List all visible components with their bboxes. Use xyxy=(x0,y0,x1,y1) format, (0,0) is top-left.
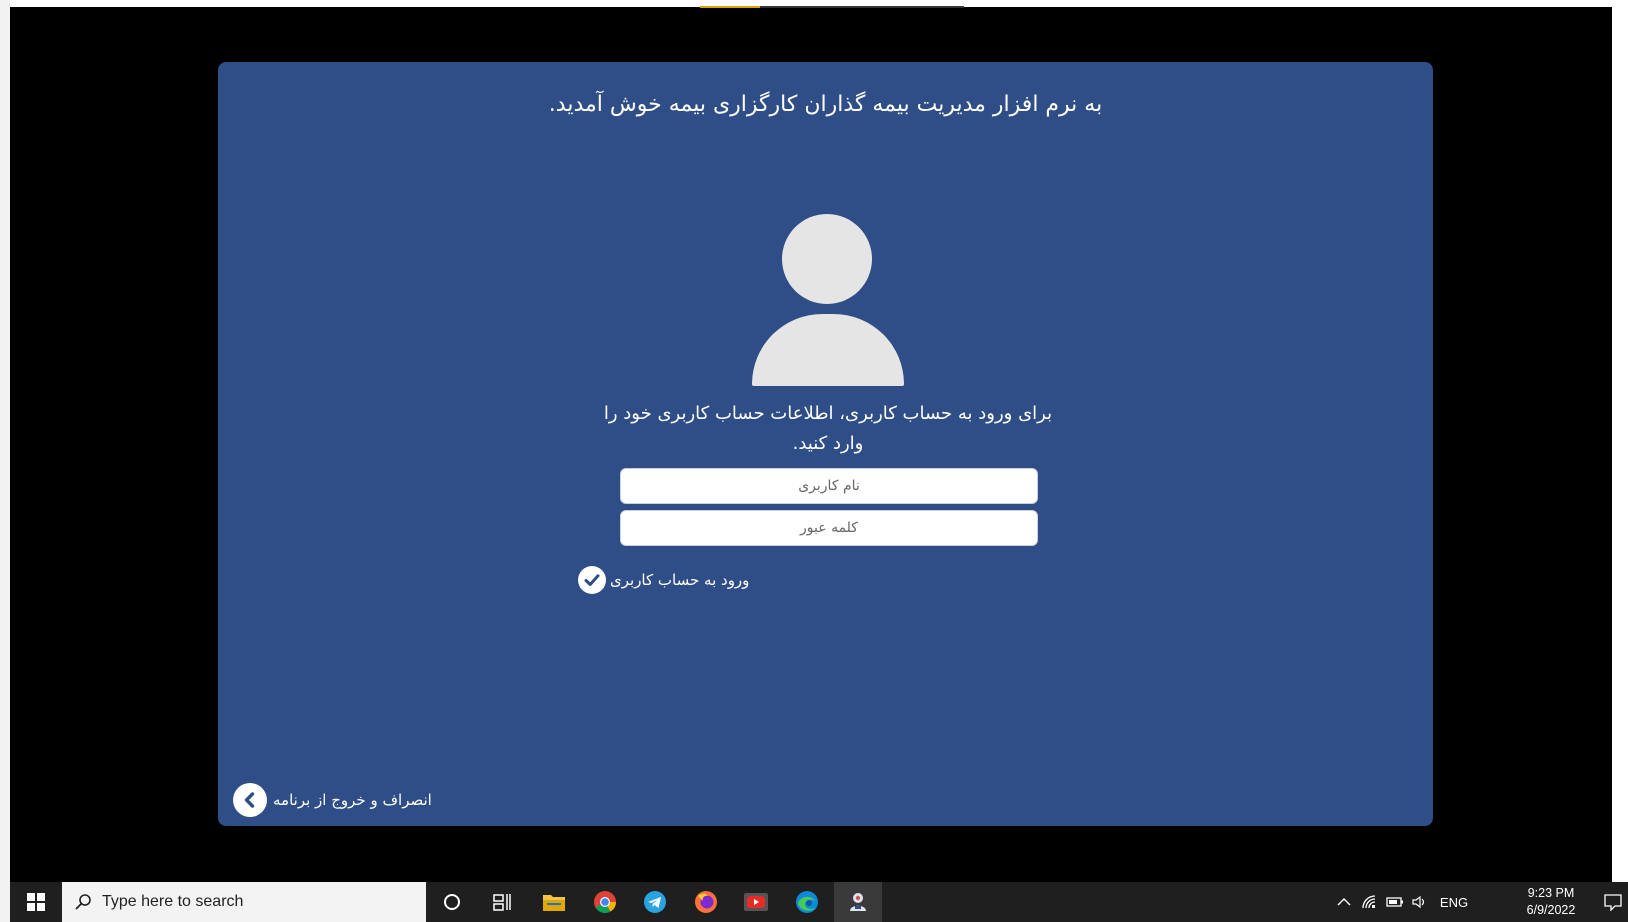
left-screen-edge xyxy=(0,0,10,922)
notification-icon[interactable] xyxy=(1598,882,1628,922)
username-placeholder: نام کاربری xyxy=(798,478,860,494)
taskbar-search-box[interactable]: Type here to search xyxy=(62,882,426,922)
telegram-icon[interactable] xyxy=(631,882,679,922)
user-avatar-icon xyxy=(752,214,904,389)
login-button-label: ورود به حساب کاربری xyxy=(610,571,750,589)
right-screen-edge xyxy=(1612,0,1628,922)
volume-icon[interactable] xyxy=(1408,882,1432,922)
youtube-icon[interactable] xyxy=(732,882,780,922)
top-edge-accent xyxy=(700,6,760,8)
cortana-icon[interactable] xyxy=(428,882,476,922)
password-field[interactable]: کلمه عبور xyxy=(620,510,1038,546)
avatar-head xyxy=(782,214,872,304)
clock-date: 6/9/2022 xyxy=(1526,903,1576,917)
top-edge-segment xyxy=(760,6,964,8)
battery-icon[interactable] xyxy=(1383,882,1407,922)
clock[interactable]: 9:23 PM 6/9/2022 xyxy=(1516,885,1586,919)
checkmark-icon xyxy=(578,566,606,594)
start-button[interactable] xyxy=(10,882,62,922)
search-icon xyxy=(75,894,91,910)
network-icon[interactable] xyxy=(1358,882,1382,922)
exit-button[interactable]: انصراف و خروج از برنامه xyxy=(233,783,432,817)
exit-button-label: انصراف و خروج از برنامه xyxy=(273,791,432,809)
insurance-app-icon[interactable] xyxy=(834,882,882,922)
avatar-body xyxy=(752,314,904,386)
windows-logo-icon xyxy=(27,893,45,911)
search-placeholder: Type here to search xyxy=(102,893,244,910)
windows-taskbar: Type here to search ENG 9:23 PM 6/9/2022 xyxy=(10,882,1628,922)
edge-icon[interactable] xyxy=(783,882,831,922)
top-window-edge xyxy=(10,0,1612,8)
language-indicator[interactable]: ENG xyxy=(1436,882,1472,922)
login-prompt: برای ورود به حساب کاربری، اطلاعات حساب ک… xyxy=(603,403,1053,454)
chevron-left-icon xyxy=(233,783,267,817)
welcome-title: به نرم افزار مدیریت بیمه گذاران کارگزاری… xyxy=(548,92,1103,117)
firefox-icon[interactable] xyxy=(682,882,730,922)
file-explorer-icon[interactable] xyxy=(530,882,578,922)
chevron-up-icon[interactable] xyxy=(1332,882,1356,922)
username-field[interactable]: نام کاربری xyxy=(620,468,1038,504)
task-view-icon[interactable] xyxy=(478,882,526,922)
password-placeholder: کلمه عبور xyxy=(800,520,858,536)
chrome-icon[interactable] xyxy=(581,882,629,922)
login-button[interactable]: ورود به حساب کاربری xyxy=(578,566,749,594)
clock-time: 9:23 PM xyxy=(1527,886,1575,900)
login-panel: به نرم افزار مدیریت بیمه گذاران کارگزاری… xyxy=(218,62,1433,826)
